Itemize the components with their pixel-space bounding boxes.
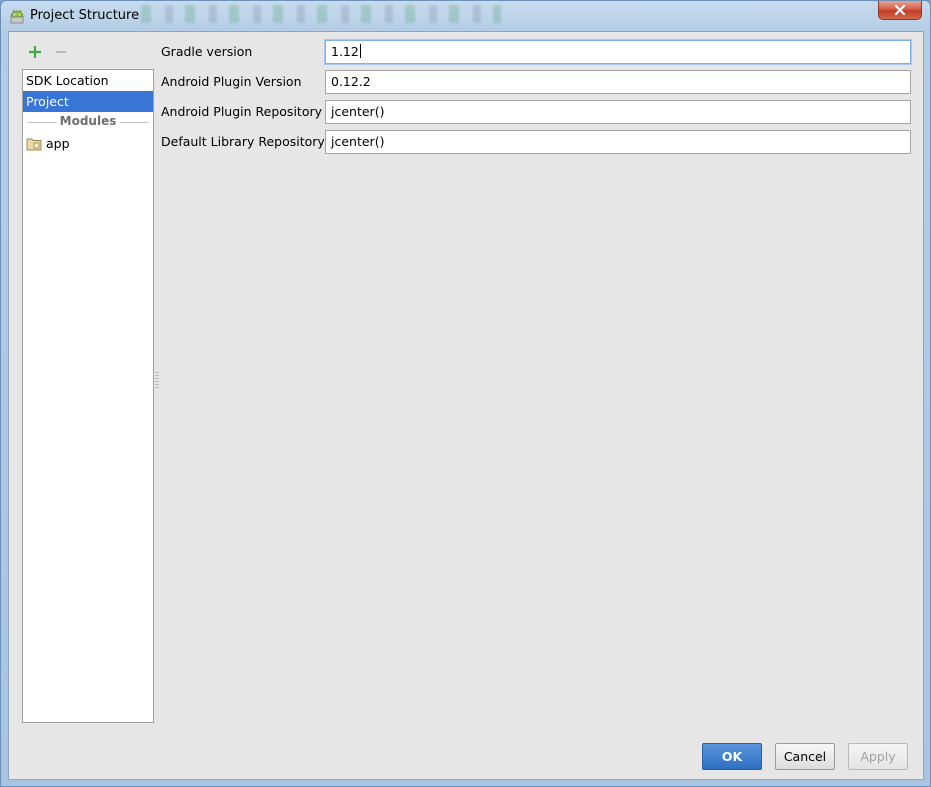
plus-icon[interactable] xyxy=(26,43,44,61)
title-bar[interactable]: Project Structure xyxy=(1,1,930,31)
apply-button[interactable]: Apply xyxy=(848,743,908,770)
window-close-button[interactable] xyxy=(878,1,922,20)
modules-header: Modules xyxy=(56,114,120,128)
gradle-version-input[interactable]: 1.12 xyxy=(325,40,911,64)
android-studio-icon xyxy=(10,9,24,24)
sidebar-item-label: Project xyxy=(26,94,69,109)
text-caret xyxy=(359,44,361,58)
gradle-version-label: Gradle version xyxy=(161,44,253,59)
module-folder-icon xyxy=(26,138,42,151)
module-label: app xyxy=(46,136,70,151)
android-plugin-repository-label: Android Plugin Repository xyxy=(161,104,323,119)
modules-separator: Modules xyxy=(27,112,149,133)
ok-button[interactable]: OK xyxy=(702,743,762,770)
android-plugin-version-label: Android Plugin Version xyxy=(161,74,302,89)
sidebar-item-label: SDK Location xyxy=(26,73,109,88)
default-library-repository-input[interactable]: jcenter() xyxy=(325,130,911,154)
dialog-content: SDK Location Project Modules app Gradle … xyxy=(8,31,924,780)
sidebar-item-sdk-location[interactable]: SDK Location xyxy=(23,70,153,91)
android-plugin-version-input[interactable]: 0.12.2 xyxy=(325,70,911,94)
project-structure-sidebar: SDK Location Project Modules app xyxy=(22,69,154,723)
splitter-handle[interactable] xyxy=(155,372,159,388)
minus-icon[interactable] xyxy=(52,43,70,61)
sidebar-item-project[interactable]: Project xyxy=(23,91,153,112)
module-item-app[interactable]: app xyxy=(23,133,153,155)
android-plugin-repository-input[interactable]: jcenter() xyxy=(325,100,911,124)
project-structure-window: Project Structure SDK Location Project M… xyxy=(0,0,931,787)
background-toolbar-ghost xyxy=(141,5,501,23)
cancel-button[interactable]: Cancel xyxy=(775,743,835,770)
default-library-repository-label: Default Library Repository xyxy=(161,134,325,149)
close-icon xyxy=(894,5,906,15)
window-title: Project Structure xyxy=(30,8,140,23)
